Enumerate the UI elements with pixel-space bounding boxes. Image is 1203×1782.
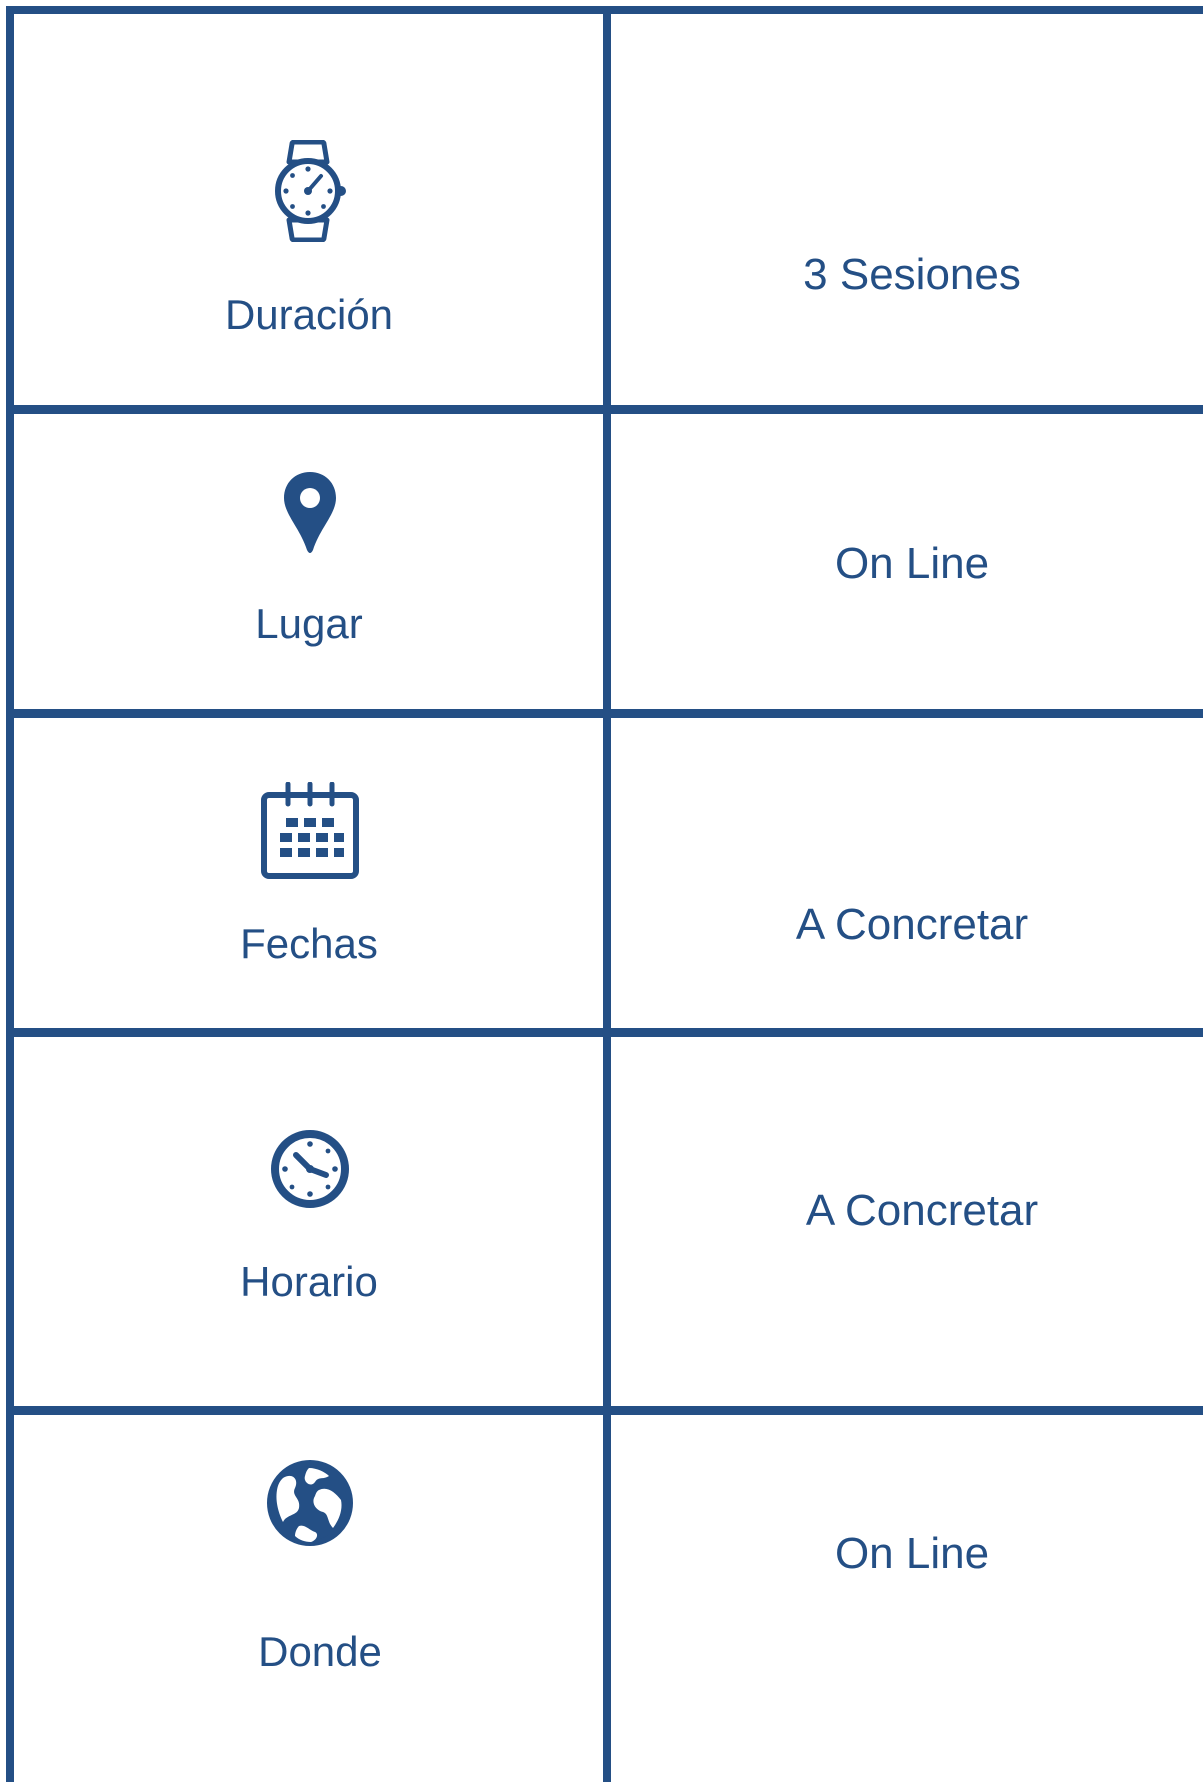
clock-icon (271, 1130, 349, 1208)
table-row: Fechas A Concretar (6, 718, 1203, 1028)
row-label: Fechas (240, 920, 378, 967)
table-row-divider (6, 1406, 1203, 1415)
row-value-cell: A Concretar (609, 718, 1203, 1028)
row-label-cell: Fechas (6, 718, 609, 1028)
row-value: On Line (834, 539, 990, 588)
row-value-cell: 3 Sesiones (609, 14, 1203, 405)
table-row: Duración 3 Sesiones (6, 14, 1203, 405)
table-row: Horario A Concretar (6, 1037, 1203, 1406)
row-value-cell: On Line (609, 1415, 1203, 1782)
row-label-cell: Duración (6, 14, 609, 405)
row-value: On Line (834, 1529, 990, 1578)
row-label: Duración (224, 291, 394, 338)
row-value-cell: On Line (609, 414, 1203, 709)
calendar-icon (261, 782, 359, 879)
row-value-cell: A Concretar (609, 1037, 1203, 1406)
row-label: Lugar (255, 600, 363, 647)
row-label-cell: Lugar (6, 414, 609, 709)
row-label-cell: Donde (6, 1415, 609, 1782)
row-value: A Concretar (795, 900, 1029, 949)
row-value: A Concretar (805, 1186, 1039, 1235)
table-row: Lugar On Line (6, 414, 1203, 709)
table-row: Donde On Line (6, 1415, 1203, 1782)
globe-icon (267, 1460, 353, 1546)
table-row-divider (6, 1028, 1203, 1037)
row-value: 3 Sesiones (803, 250, 1021, 299)
info-table: Duración 3 Sesiones Lugar On Line Fechas… (0, 0, 1203, 1782)
table-row-divider (6, 709, 1203, 718)
wristwatch-icon (275, 140, 346, 242)
row-label: Horario (240, 1258, 378, 1305)
map-pin-icon (284, 472, 336, 553)
row-label-cell: Horario (6, 1037, 609, 1406)
table-row-divider (6, 405, 1203, 414)
row-label: Donde (258, 1628, 382, 1675)
